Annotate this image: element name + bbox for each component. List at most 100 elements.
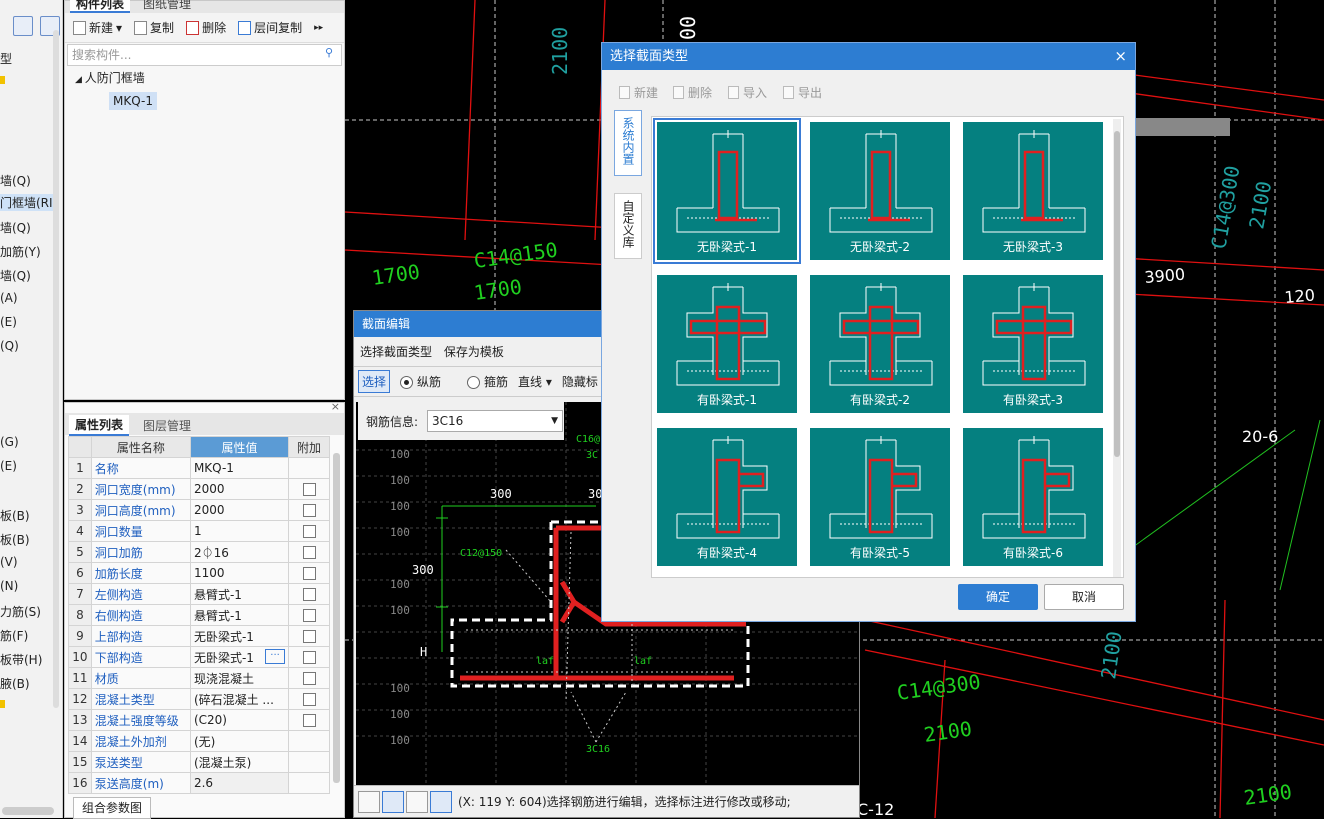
horizontal-scrollbar[interactable]: [2, 807, 54, 815]
dialog-new-button[interactable]: 新建: [619, 84, 658, 101]
stirrup-radio[interactable]: 箍筋: [467, 373, 508, 390]
property-row[interactable]: 13 混凝土强度等级 (C20): [68, 709, 330, 731]
dim-h-label[interactable]: H: [420, 645, 427, 659]
laf-label-1[interactable]: laf: [536, 656, 554, 667]
dim-300-vertical-label[interactable]: 300: [412, 563, 434, 577]
property-row[interactable]: 1 名称 MKQ-1: [68, 457, 330, 479]
property-row[interactable]: 10 下部构造 无卧梁式-1 ···: [68, 646, 330, 668]
menu-select-section-type[interactable]: 选择截面类型: [360, 345, 432, 359]
additional-checkbox[interactable]: [302, 504, 316, 517]
property-value-cell[interactable]: (无): [189, 730, 290, 752]
additional-checkbox[interactable]: [302, 567, 316, 580]
rebar-3c16-label[interactable]: 3C16: [586, 744, 610, 755]
tab-custom-library[interactable]: 自定义库: [614, 193, 642, 259]
nav-item[interactable]: (E): [0, 315, 17, 329]
property-row[interactable]: 6 加筋长度 1100: [68, 562, 330, 584]
property-row[interactable]: 14 混凝土外加剂 (无): [68, 730, 330, 752]
additional-checkbox[interactable]: [302, 651, 316, 664]
nav-item[interactable]: 板(B): [0, 507, 30, 524]
property-row[interactable]: 12 混凝土类型 (碎石混凝土 ...: [68, 688, 330, 710]
property-value-cell[interactable]: 2000: [189, 478, 290, 500]
close-icon[interactable]: ×: [1114, 43, 1127, 70]
tab-component-list[interactable]: 构件列表: [70, 0, 131, 13]
line-dropdown[interactable]: 直线 ▾: [518, 373, 552, 390]
nav-item[interactable]: 板(B): [0, 531, 30, 548]
additional-checkbox[interactable]: [302, 546, 316, 559]
new-button[interactable]: 新建 ▾: [69, 19, 126, 36]
dim-300-label[interactable]: 300: [490, 487, 512, 501]
additional-checkbox[interactable]: [302, 483, 316, 496]
tab-drawing-manager[interactable]: 图纸管理: [137, 0, 197, 13]
line-snap-icon[interactable]: [382, 790, 404, 813]
ortho-snap-icon[interactable]: [358, 790, 380, 813]
property-row[interactable]: 8 右侧构造 悬臂式-1: [68, 604, 330, 626]
tree-collapse-icon[interactable]: ◢: [75, 75, 85, 85]
nav-item[interactable]: (E): [0, 459, 17, 473]
section-type-cell[interactable]: 无卧梁式-2: [809, 121, 951, 261]
additional-checkbox[interactable]: [302, 693, 316, 706]
dialog-import-button[interactable]: 导入: [728, 84, 767, 101]
rebar-info-select[interactable]: 3C16 ▼: [427, 410, 563, 432]
additional-checkbox[interactable]: [302, 525, 316, 538]
section-type-cell[interactable]: 无卧梁式-3: [962, 121, 1104, 261]
section-type-cell[interactable]: 有卧梁式-6: [962, 427, 1104, 567]
section-type-cell[interactable]: 有卧梁式-3: [962, 274, 1104, 414]
nav-item[interactable]: (V): [0, 555, 18, 569]
rebar-3c-label[interactable]: 3C: [586, 450, 598, 461]
delete-button[interactable]: 删除: [182, 19, 230, 36]
tree-node-mkq-1[interactable]: MKQ-1: [109, 92, 157, 110]
property-value-cell[interactable]: 1: [189, 520, 290, 542]
property-scrollbar[interactable]: [333, 453, 340, 783]
section-type-cell[interactable]: 有卧梁式-5: [809, 427, 951, 567]
tab-system-builtin[interactable]: 系统内置: [614, 110, 642, 176]
tree-node-civil-defense-frame-wall[interactable]: ◢ 人防门框墙: [75, 69, 145, 86]
nav-item[interactable]: 墙(Q): [0, 172, 31, 189]
nav-item[interactable]: 腋(B): [0, 675, 30, 692]
property-row[interactable]: 11 材质 现浇混凝土: [68, 667, 330, 689]
nav-item[interactable]: (Q): [0, 339, 19, 353]
nav-item[interactable]: 墙(Q): [0, 219, 31, 236]
rebar-c16-label[interactable]: C16@: [576, 434, 600, 445]
tab-property-list[interactable]: 属性列表: [69, 415, 130, 436]
select-tool-button[interactable]: 选择: [358, 370, 391, 393]
section-type-cell[interactable]: 有卧梁式-4: [656, 427, 798, 567]
floor-copy-button[interactable]: 层间复制: [234, 19, 306, 36]
section-type-cell[interactable]: 无卧梁式-1: [653, 118, 801, 264]
property-value-cell[interactable]: 现浇混凝土: [189, 667, 290, 689]
property-row[interactable]: 15 泵送类型 (混凝土泵): [68, 751, 330, 773]
property-value-cell[interactable]: 悬臂式-1: [189, 583, 290, 605]
additional-checkbox[interactable]: [302, 588, 316, 601]
tab-layer-manager[interactable]: 图层管理: [137, 416, 197, 435]
dialog-delete-button[interactable]: 删除: [673, 84, 712, 101]
search-icon[interactable]: ⚲: [325, 46, 333, 59]
property-row[interactable]: 5 洞口加筋 2⏀16: [68, 541, 330, 563]
longitudinal-radio[interactable]: 纵筋: [400, 373, 441, 390]
property-value-cell[interactable]: 1100: [189, 562, 290, 584]
nav-item[interactable]: 力筋(S): [0, 603, 41, 620]
property-row[interactable]: 9 上部构造 无卧梁式-1: [68, 625, 330, 647]
hide-annotation-button[interactable]: 隐藏标: [562, 373, 598, 390]
property-value-cell[interactable]: 2.6: [189, 772, 290, 794]
property-value-cell[interactable]: 无卧梁式-1 ···: [189, 646, 290, 668]
additional-checkbox[interactable]: [302, 672, 316, 685]
property-value-cell[interactable]: 无卧梁式-1: [189, 625, 290, 647]
list-view-icon[interactable]: [13, 16, 33, 36]
rebar-c12-label[interactable]: C12@150: [460, 548, 502, 559]
nav-item[interactable]: 板带(H): [0, 651, 42, 668]
combo-param-button[interactable]: 组合参数图: [73, 797, 152, 819]
gallery-scrollbar[interactable]: [1113, 119, 1121, 577]
dialog-export-button[interactable]: 导出: [783, 84, 822, 101]
nav-item[interactable]: 筋(F): [0, 627, 28, 644]
property-value-cell[interactable]: (C20): [189, 709, 290, 731]
nav-item[interactable]: (G): [0, 435, 19, 449]
section-type-cell[interactable]: 有卧梁式-1: [656, 274, 798, 414]
close-icon[interactable]: ×: [331, 400, 340, 413]
dimension-snap-icon[interactable]: [430, 790, 452, 813]
property-value-cell[interactable]: 悬臂式-1: [189, 604, 290, 626]
nav-item[interactable]: 墙(Q): [0, 267, 31, 284]
cancel-button[interactable]: 取消: [1044, 584, 1124, 610]
more-options-button[interactable]: ···: [265, 648, 286, 664]
additional-checkbox[interactable]: [302, 630, 316, 643]
search-input[interactable]: 搜索构件...: [67, 44, 342, 66]
property-row[interactable]: 3 洞口高度(mm) 2000: [68, 499, 330, 521]
